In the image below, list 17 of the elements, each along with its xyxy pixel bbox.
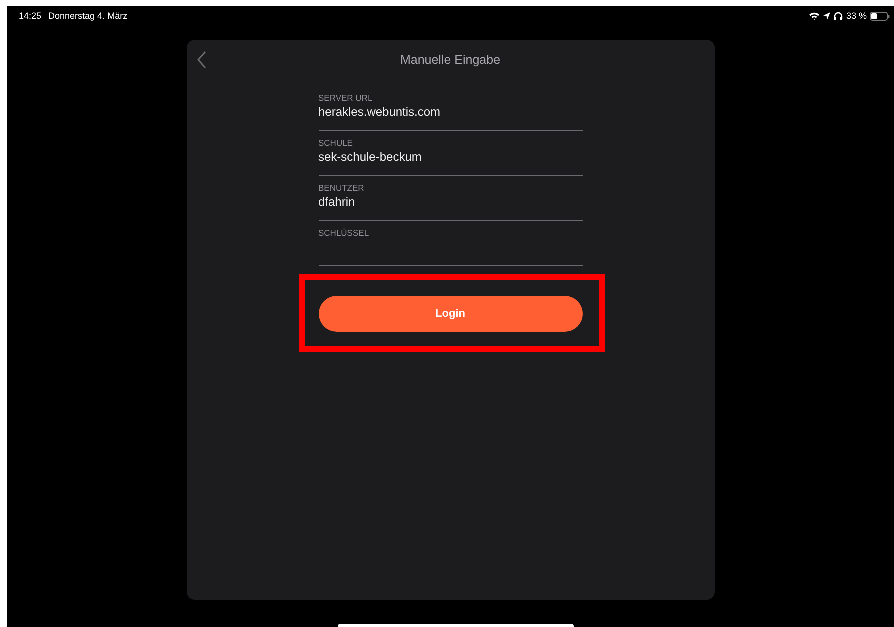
input-field[interactable]: SCHULE sek-schule-beckum [318,138,582,176]
location-arrow-icon [823,12,832,20]
field-label: SCHULE [318,138,354,149]
dialog-title: Manuelle Eingabe [400,53,501,67]
field-label: SCHLÜSSEL [318,228,370,239]
input-field[interactable]: SCHLÜSSEL [318,228,582,266]
battery-icon [870,12,890,20]
input-field[interactable]: SERVER URL herakles.webuntis.com [318,93,582,131]
field-label: SERVER URL [318,93,374,104]
field-label: BENUTZER [318,183,366,194]
headphones-icon [834,12,844,20]
clock-time: 14:25 [19,11,42,21]
wifi-icon [809,12,820,20]
battery-percentage: 33 % [846,11,867,21]
input-field[interactable]: BENUTZER dfahrin [318,183,582,221]
back-chevron-icon[interactable] [196,51,206,69]
status-date: Donnerstag 4. März [48,11,128,21]
